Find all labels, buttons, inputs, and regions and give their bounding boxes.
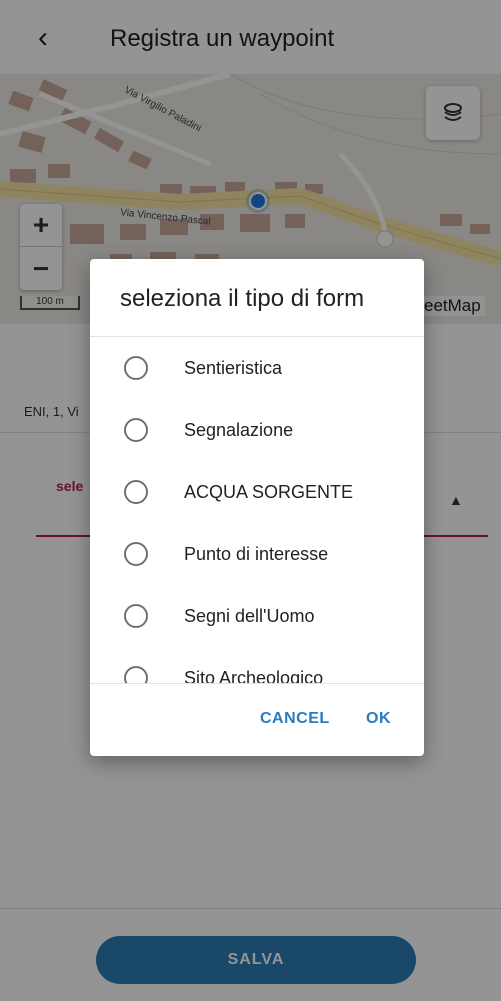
- form-type-dialog: seleziona il tipo di form Sentieristica …: [90, 259, 424, 756]
- option-sito-archeologico[interactable]: Sito Archeologico: [90, 647, 424, 683]
- ok-button[interactable]: OK: [366, 710, 391, 728]
- cancel-button[interactable]: CANCEL: [260, 710, 330, 728]
- dialog-option-list[interactable]: Sentieristica Segnalazione ACQUA SORGENT…: [90, 337, 424, 683]
- radio-button[interactable]: [124, 480, 148, 504]
- option-label: Sito Archeologico: [184, 667, 324, 684]
- option-label: Sentieristica: [184, 357, 283, 378]
- option-label: Segni dell'Uomo: [184, 605, 315, 626]
- radio-button[interactable]: [124, 356, 148, 380]
- option-punto-di-interesse[interactable]: Punto di interesse: [90, 523, 424, 585]
- option-sentieristica[interactable]: Sentieristica: [90, 337, 424, 399]
- option-label: Punto di interesse: [184, 543, 329, 564]
- option-segnalazione[interactable]: Segnalazione: [90, 399, 424, 461]
- dialog-title: seleziona il tipo di form: [120, 285, 365, 312]
- option-segni-dell-uomo[interactable]: Segni dell'Uomo: [90, 585, 424, 647]
- option-acqua-sorgente[interactable]: ACQUA SORGENTE: [90, 461, 424, 523]
- dialog-actions: CANCEL OK: [90, 684, 424, 756]
- radio-button[interactable]: [124, 666, 148, 683]
- option-label: ACQUA SORGENTE: [184, 481, 354, 502]
- radio-button[interactable]: [124, 418, 148, 442]
- option-label: Segnalazione: [184, 419, 294, 440]
- radio-button[interactable]: [124, 604, 148, 628]
- radio-button[interactable]: [124, 542, 148, 566]
